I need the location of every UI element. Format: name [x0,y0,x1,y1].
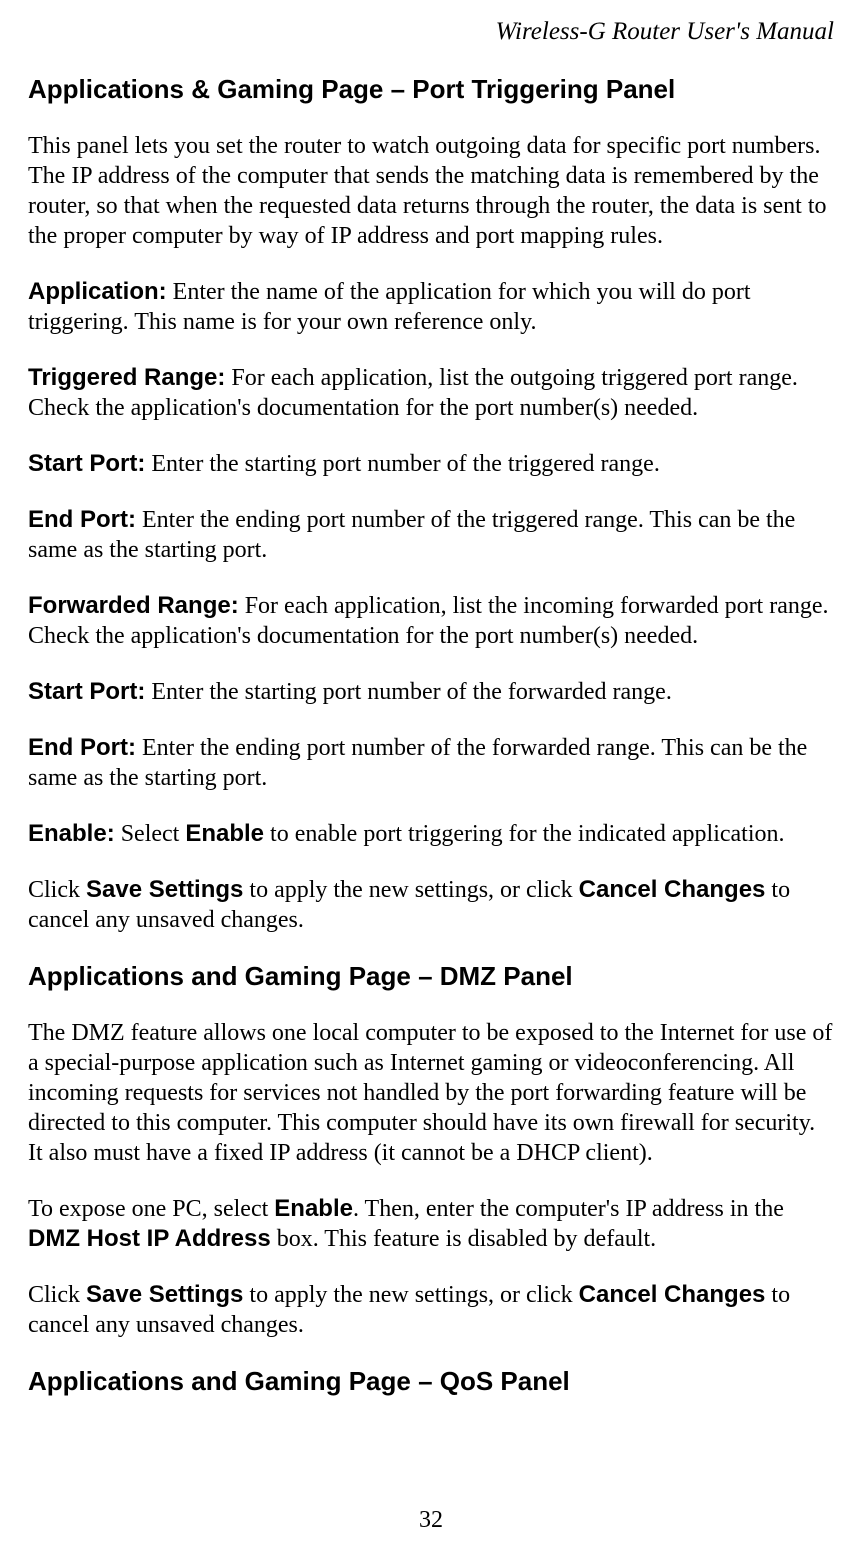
dmz-intro-paragraph: The DMZ feature allows one local compute… [28,1018,834,1168]
start-port-2-label: Start Port: [28,678,145,705]
triggered-range-label: Triggered Range: [28,364,225,391]
expose-pre: To expose one PC, select [28,1196,274,1222]
forwarded-range-paragraph: Forwarded Range: For each application, l… [28,591,834,651]
dmz-expose-paragraph: To expose one PC, select Enable. Then, e… [28,1194,834,1254]
cancel-changes-bold-1: Cancel Changes [579,876,766,903]
expose-post: box. This feature is disabled by default… [271,1226,656,1252]
start-port-1-text: Enter the starting port number of the tr… [145,451,660,477]
expose-enable-bold: Enable [274,1195,353,1222]
save-settings-bold-1: Save Settings [86,876,243,903]
end-port-2-text: Enter the ending port number of the forw… [28,735,807,791]
save2-mid: to apply the new settings, or click [243,1282,578,1308]
dmz-host-ip-bold: DMZ Host IP Address [28,1225,271,1252]
end-port-2-paragraph: End Port: Enter the ending port number o… [28,733,834,793]
enable-paragraph: Enable: Select Enable to enable port tri… [28,819,834,849]
cancel-changes-bold-2: Cancel Changes [579,1281,766,1308]
start-port-2-text: Enter the starting port number of the fo… [145,679,671,705]
application-label: Application: [28,278,167,305]
enable-pre-text: Select [115,821,186,847]
running-head: Wireless-G Router User's Manual [28,18,834,46]
start-port-1-label: Start Port: [28,450,145,477]
heading-port-triggering: Applications & Gaming Page – Port Trigge… [28,74,834,105]
expose-mid: . Then, enter the computer's IP address … [353,1196,784,1222]
save1-pre: Click [28,877,86,903]
end-port-1-paragraph: End Port: Enter the ending port number o… [28,505,834,565]
save1-mid: to apply the new settings, or click [243,877,578,903]
application-paragraph: Application: Enter the name of the appli… [28,277,834,337]
save-paragraph-1: Click Save Settings to apply the new set… [28,875,834,935]
start-port-1-paragraph: Start Port: Enter the starting port numb… [28,449,834,479]
end-port-2-label: End Port: [28,734,136,761]
enable-post-text: to enable port triggering for the indica… [264,821,785,847]
enable-bold: Enable [185,820,264,847]
save2-pre: Click [28,1282,86,1308]
forwarded-range-label: Forwarded Range: [28,592,239,619]
save-paragraph-2: Click Save Settings to apply the new set… [28,1280,834,1340]
start-port-2-paragraph: Start Port: Enter the starting port numb… [28,677,834,707]
page-number: 32 [0,1507,862,1534]
enable-label: Enable: [28,820,115,847]
triggered-range-paragraph: Triggered Range: For each application, l… [28,363,834,423]
heading-dmz: Applications and Gaming Page – DMZ Panel [28,961,834,992]
end-port-1-text: Enter the ending port number of the trig… [28,507,795,563]
intro-paragraph: This panel lets you set the router to wa… [28,131,834,251]
save-settings-bold-2: Save Settings [86,1281,243,1308]
end-port-1-label: End Port: [28,506,136,533]
heading-qos: Applications and Gaming Page – QoS Panel [28,1366,834,1397]
